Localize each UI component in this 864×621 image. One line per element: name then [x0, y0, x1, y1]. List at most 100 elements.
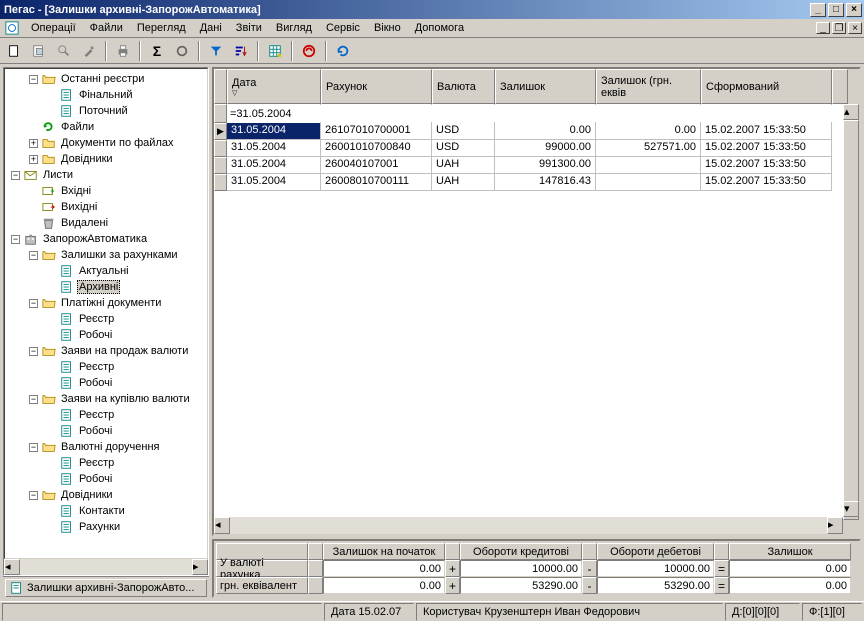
- tree-item[interactable]: − Валютні доручення: [7, 439, 205, 455]
- tree-item[interactable]: Реєстр: [7, 455, 205, 471]
- tree-item[interactable]: Робочі: [7, 471, 205, 487]
- tree-item[interactable]: Файли: [7, 119, 205, 135]
- col-formed[interactable]: Сформований: [701, 69, 832, 104]
- tree-item[interactable]: +Документи по файлах: [7, 135, 205, 151]
- tree-label: Платіжні документи: [59, 297, 163, 309]
- tool-sum-icon[interactable]: Σ: [146, 40, 168, 62]
- tree-item[interactable]: −Залишки за рахунками: [7, 247, 205, 263]
- filter-corner: [214, 104, 227, 123]
- scroll-up-icon[interactable]: ▴: [843, 104, 859, 120]
- tree-toggle-icon[interactable]: −: [29, 75, 38, 84]
- tree-toggle-icon[interactable]: −: [11, 235, 20, 244]
- menu-help[interactable]: Допомога: [408, 20, 471, 36]
- menu-data[interactable]: Дані: [193, 20, 229, 36]
- col-balance[interactable]: Залишок: [495, 69, 596, 104]
- mdi-restore-button[interactable]: ❐: [832, 22, 846, 34]
- tool-new-icon[interactable]: [3, 40, 25, 62]
- tree-item[interactable]: Робочі: [7, 327, 205, 343]
- tree-item[interactable]: −ЗапорожАвтоматика: [7, 231, 205, 247]
- menu-window[interactable]: Вікно: [367, 20, 408, 36]
- tree-label: Архивні: [77, 280, 120, 294]
- grid-vscroll[interactable]: ▴ ▾: [843, 104, 859, 517]
- tree-item[interactable]: −Довідники: [7, 487, 205, 503]
- table-row[interactable]: 31.05.200426008010700111UAH147816.4315.0…: [214, 174, 859, 191]
- grid-hscroll[interactable]: ◂ ▸: [214, 517, 859, 534]
- menu-view[interactable]: Перегляд: [130, 20, 193, 36]
- tree-item[interactable]: −Заяви на продаж валюти: [7, 343, 205, 359]
- minimize-button[interactable]: _: [810, 3, 826, 17]
- tree-toggle-icon[interactable]: −: [29, 443, 38, 452]
- col-currency[interactable]: Валюта: [432, 69, 495, 104]
- tool-sort-icon[interactable]: [230, 40, 252, 62]
- tree-item[interactable]: Вхідні: [7, 183, 205, 199]
- tool-stop-icon[interactable]: [298, 40, 320, 62]
- mail-in-icon: [41, 184, 57, 198]
- close-button[interactable]: ×: [846, 3, 862, 17]
- scroll-left-icon[interactable]: ◂: [4, 559, 20, 575]
- tree-item[interactable]: Видалені: [7, 215, 205, 231]
- tree-view[interactable]: −Останні реєстриФінальнийПоточнийФайли+Д…: [4, 68, 208, 559]
- tree-toggle-icon[interactable]: −: [29, 491, 38, 500]
- scroll-thumb[interactable]: [843, 120, 859, 520]
- tree-item[interactable]: −Останні реєстри: [7, 71, 205, 87]
- tree-item[interactable]: Фінальний: [7, 87, 205, 103]
- tree-toggle-icon[interactable]: −: [29, 347, 38, 356]
- tree-item[interactable]: +Довідники: [7, 151, 205, 167]
- tree-item[interactable]: Актуальні: [7, 263, 205, 279]
- tree-item[interactable]: Реєстр: [7, 359, 205, 375]
- table-row[interactable]: 31.05.2004260040107001UAH991300.0015.02.…: [214, 157, 859, 174]
- tool-filter-icon[interactable]: [205, 40, 227, 62]
- menu-files[interactable]: Файли: [83, 20, 130, 36]
- scroll-down-icon[interactable]: ▾: [843, 501, 859, 517]
- col-date[interactable]: Дата▽: [227, 69, 321, 104]
- menu-service[interactable]: Сервіс: [319, 20, 367, 36]
- tree-item[interactable]: Поточний: [7, 103, 205, 119]
- tree-item[interactable]: Робочі: [7, 375, 205, 391]
- tool-print-icon[interactable]: [112, 40, 134, 62]
- col-balance-eq[interactable]: Залишок (грн. еквів: [596, 69, 701, 104]
- tool-circle-icon[interactable]: [171, 40, 193, 62]
- menu-reports[interactable]: Звіти: [229, 20, 269, 36]
- tool-view-icon[interactable]: [28, 40, 50, 62]
- menu-appearance[interactable]: Вигляд: [269, 20, 319, 36]
- row-indicator-icon: [214, 174, 227, 191]
- tree-item[interactable]: Реєстр: [7, 407, 205, 423]
- tree-toggle-icon[interactable]: −: [29, 251, 38, 260]
- scroll-left-icon[interactable]: ◂: [214, 517, 230, 534]
- tree-item[interactable]: Робочі: [7, 423, 205, 439]
- tree-label: Валютні доручення: [59, 441, 161, 453]
- tree-toggle-icon[interactable]: −: [11, 171, 20, 180]
- tab-active[interactable]: Залишки архивні-ЗапорожАвто...: [5, 579, 207, 597]
- tree-item[interactable]: −Заяви на купівлю валюти: [7, 391, 205, 407]
- tree-hscroll[interactable]: ◂ ▸: [4, 559, 208, 575]
- tree-item[interactable]: Архивні: [7, 279, 205, 295]
- maximize-button[interactable]: □: [828, 3, 844, 17]
- mdi-minimize-button[interactable]: _: [816, 22, 830, 34]
- tool-find-icon[interactable]: [53, 40, 75, 62]
- tree-toggle-icon[interactable]: +: [29, 139, 38, 148]
- tree-item[interactable]: Контакти: [7, 503, 205, 519]
- tool-refresh-icon[interactable]: [332, 40, 354, 62]
- tree-toggle-icon[interactable]: −: [29, 395, 38, 404]
- mdi-close-button[interactable]: ×: [848, 22, 862, 34]
- tree-item[interactable]: Рахунки: [7, 519, 205, 535]
- tree-panel: −Останні реєстриФінальнийПоточнийФайли+Д…: [3, 67, 209, 576]
- tool-config-icon[interactable]: [78, 40, 100, 62]
- menu-operations[interactable]: Операції: [24, 20, 83, 36]
- scroll-right-icon[interactable]: ▸: [827, 517, 843, 534]
- col-account[interactable]: Рахунок: [321, 69, 432, 104]
- table-row[interactable]: 31.05.200426001010700840USD99000.0052757…: [214, 140, 859, 157]
- tool-grid-icon[interactable]: [264, 40, 286, 62]
- tree-item[interactable]: − Платіжні документи: [7, 295, 205, 311]
- equals-icon: =: [714, 560, 729, 577]
- table-row[interactable]: ▶31.05.200426107010700001USD0.000.0015.0…: [214, 123, 859, 140]
- tree-item[interactable]: Вихідні: [7, 199, 205, 215]
- filter-formed-input[interactable]: [701, 105, 849, 122]
- tree-item[interactable]: Реєстр: [7, 311, 205, 327]
- folder-closed-icon: [41, 136, 57, 150]
- tree-toggle-icon[interactable]: −: [29, 299, 38, 308]
- tree-toggle-icon[interactable]: +: [29, 155, 38, 164]
- scroll-right-icon[interactable]: ▸: [192, 559, 208, 575]
- tree-item[interactable]: −Листи: [7, 167, 205, 183]
- grid-scroll-head: [832, 69, 848, 104]
